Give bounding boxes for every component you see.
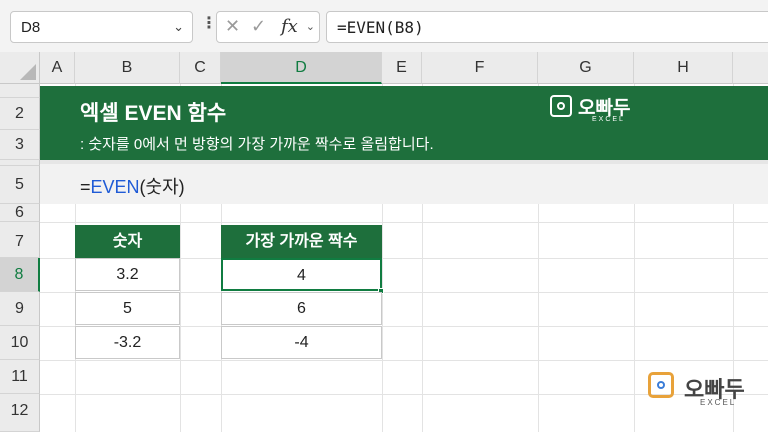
title-banner: 엑셀 EVEN 함수 : 숫자를 0에서 먼 방향의 가장 가까운 짝수로 올림… <box>40 86 768 160</box>
page-title: 엑셀 EVEN 함수 <box>80 102 227 125</box>
row-header-5[interactable]: 5 <box>0 166 40 204</box>
logo-icon <box>648 372 674 398</box>
syntax-text[interactable]: =EVEN(숫자) <box>80 173 185 199</box>
grid-line <box>40 222 768 223</box>
formula-input[interactable]: =EVEN(B8) <box>326 11 768 43</box>
row-header-7[interactable]: 7 <box>0 222 40 258</box>
name-box[interactable]: D8 ⌄ <box>10 11 193 43</box>
column-header-b[interactable]: B <box>75 52 180 84</box>
grid-line <box>40 360 768 361</box>
column-header-h[interactable]: H <box>634 52 733 84</box>
column-header-f[interactable]: F <box>422 52 538 84</box>
column-header-blank[interactable] <box>733 52 768 84</box>
column-header-c[interactable]: C <box>180 52 221 84</box>
select-all-corner[interactable] <box>0 52 40 84</box>
row-header-11[interactable]: 11 <box>0 360 40 394</box>
column-header-g[interactable]: G <box>538 52 634 84</box>
insert-function-icon[interactable]: fx <box>281 16 298 37</box>
syntax-function: EVEN <box>90 177 140 197</box>
input-cell-b8[interactable]: 3.2 <box>75 258 180 291</box>
more-options-icon[interactable]: ⋮ <box>201 13 217 33</box>
row-header-1[interactable] <box>0 84 40 98</box>
row-header-3[interactable]: 3 <box>0 130 40 160</box>
formula-bar: D8 ⌄ ⋮ ✕ ✓ fx ⌄ =EVEN(B8) <box>0 0 768 52</box>
row-header-8[interactable]: 8 <box>0 258 40 292</box>
row-header-12[interactable]: 12 <box>0 394 40 432</box>
syntax-band: =EVEN(숫자) <box>40 164 768 204</box>
name-box-value: D8 <box>21 19 41 36</box>
chevron-down-icon[interactable]: ⌄ <box>306 20 315 33</box>
logo-icon <box>550 95 572 117</box>
confirm-icon[interactable]: ✓ <box>251 16 266 37</box>
row-header-2[interactable]: 2 <box>0 98 40 130</box>
column-header-a[interactable]: A <box>40 52 75 84</box>
row-header-9[interactable]: 9 <box>0 292 40 326</box>
row-header-10[interactable]: 10 <box>0 326 40 360</box>
column-header-d[interactable]: D <box>221 52 382 84</box>
cancel-icon[interactable]: ✕ <box>225 16 240 37</box>
output-cell-d9[interactable]: 6 <box>221 292 382 325</box>
watermark-subtext: EXCEL <box>700 398 737 407</box>
output-cell-d8[interactable]: 4 <box>221 258 382 291</box>
input-cell-b9[interactable]: 5 <box>75 292 180 325</box>
output-cell-d10[interactable]: -4 <box>221 326 382 359</box>
logo-subtext: EXCEL <box>592 116 625 123</box>
input-table-header[interactable]: 숫자 <box>75 225 180 258</box>
column-header-e[interactable]: E <box>382 52 422 84</box>
output-table-header[interactable]: 가장 가까운 짝수 <box>221 225 382 258</box>
syntax-args: (숫자) <box>139 177 185 197</box>
formula-actions: ✕ ✓ fx ⌄ <box>216 11 320 43</box>
chevron-down-icon[interactable]: ⌄ <box>173 19 184 35</box>
row-header-6[interactable]: 6 <box>0 204 40 222</box>
input-cell-b10[interactable]: -3.2 <box>75 326 180 359</box>
page-subtitle: : 숫자를 0에서 먼 방향의 가장 가까운 짝수로 올림합니다. <box>80 136 434 153</box>
syntax-prefix: = <box>80 177 91 197</box>
formula-text: =EVEN(B8) <box>337 18 424 37</box>
